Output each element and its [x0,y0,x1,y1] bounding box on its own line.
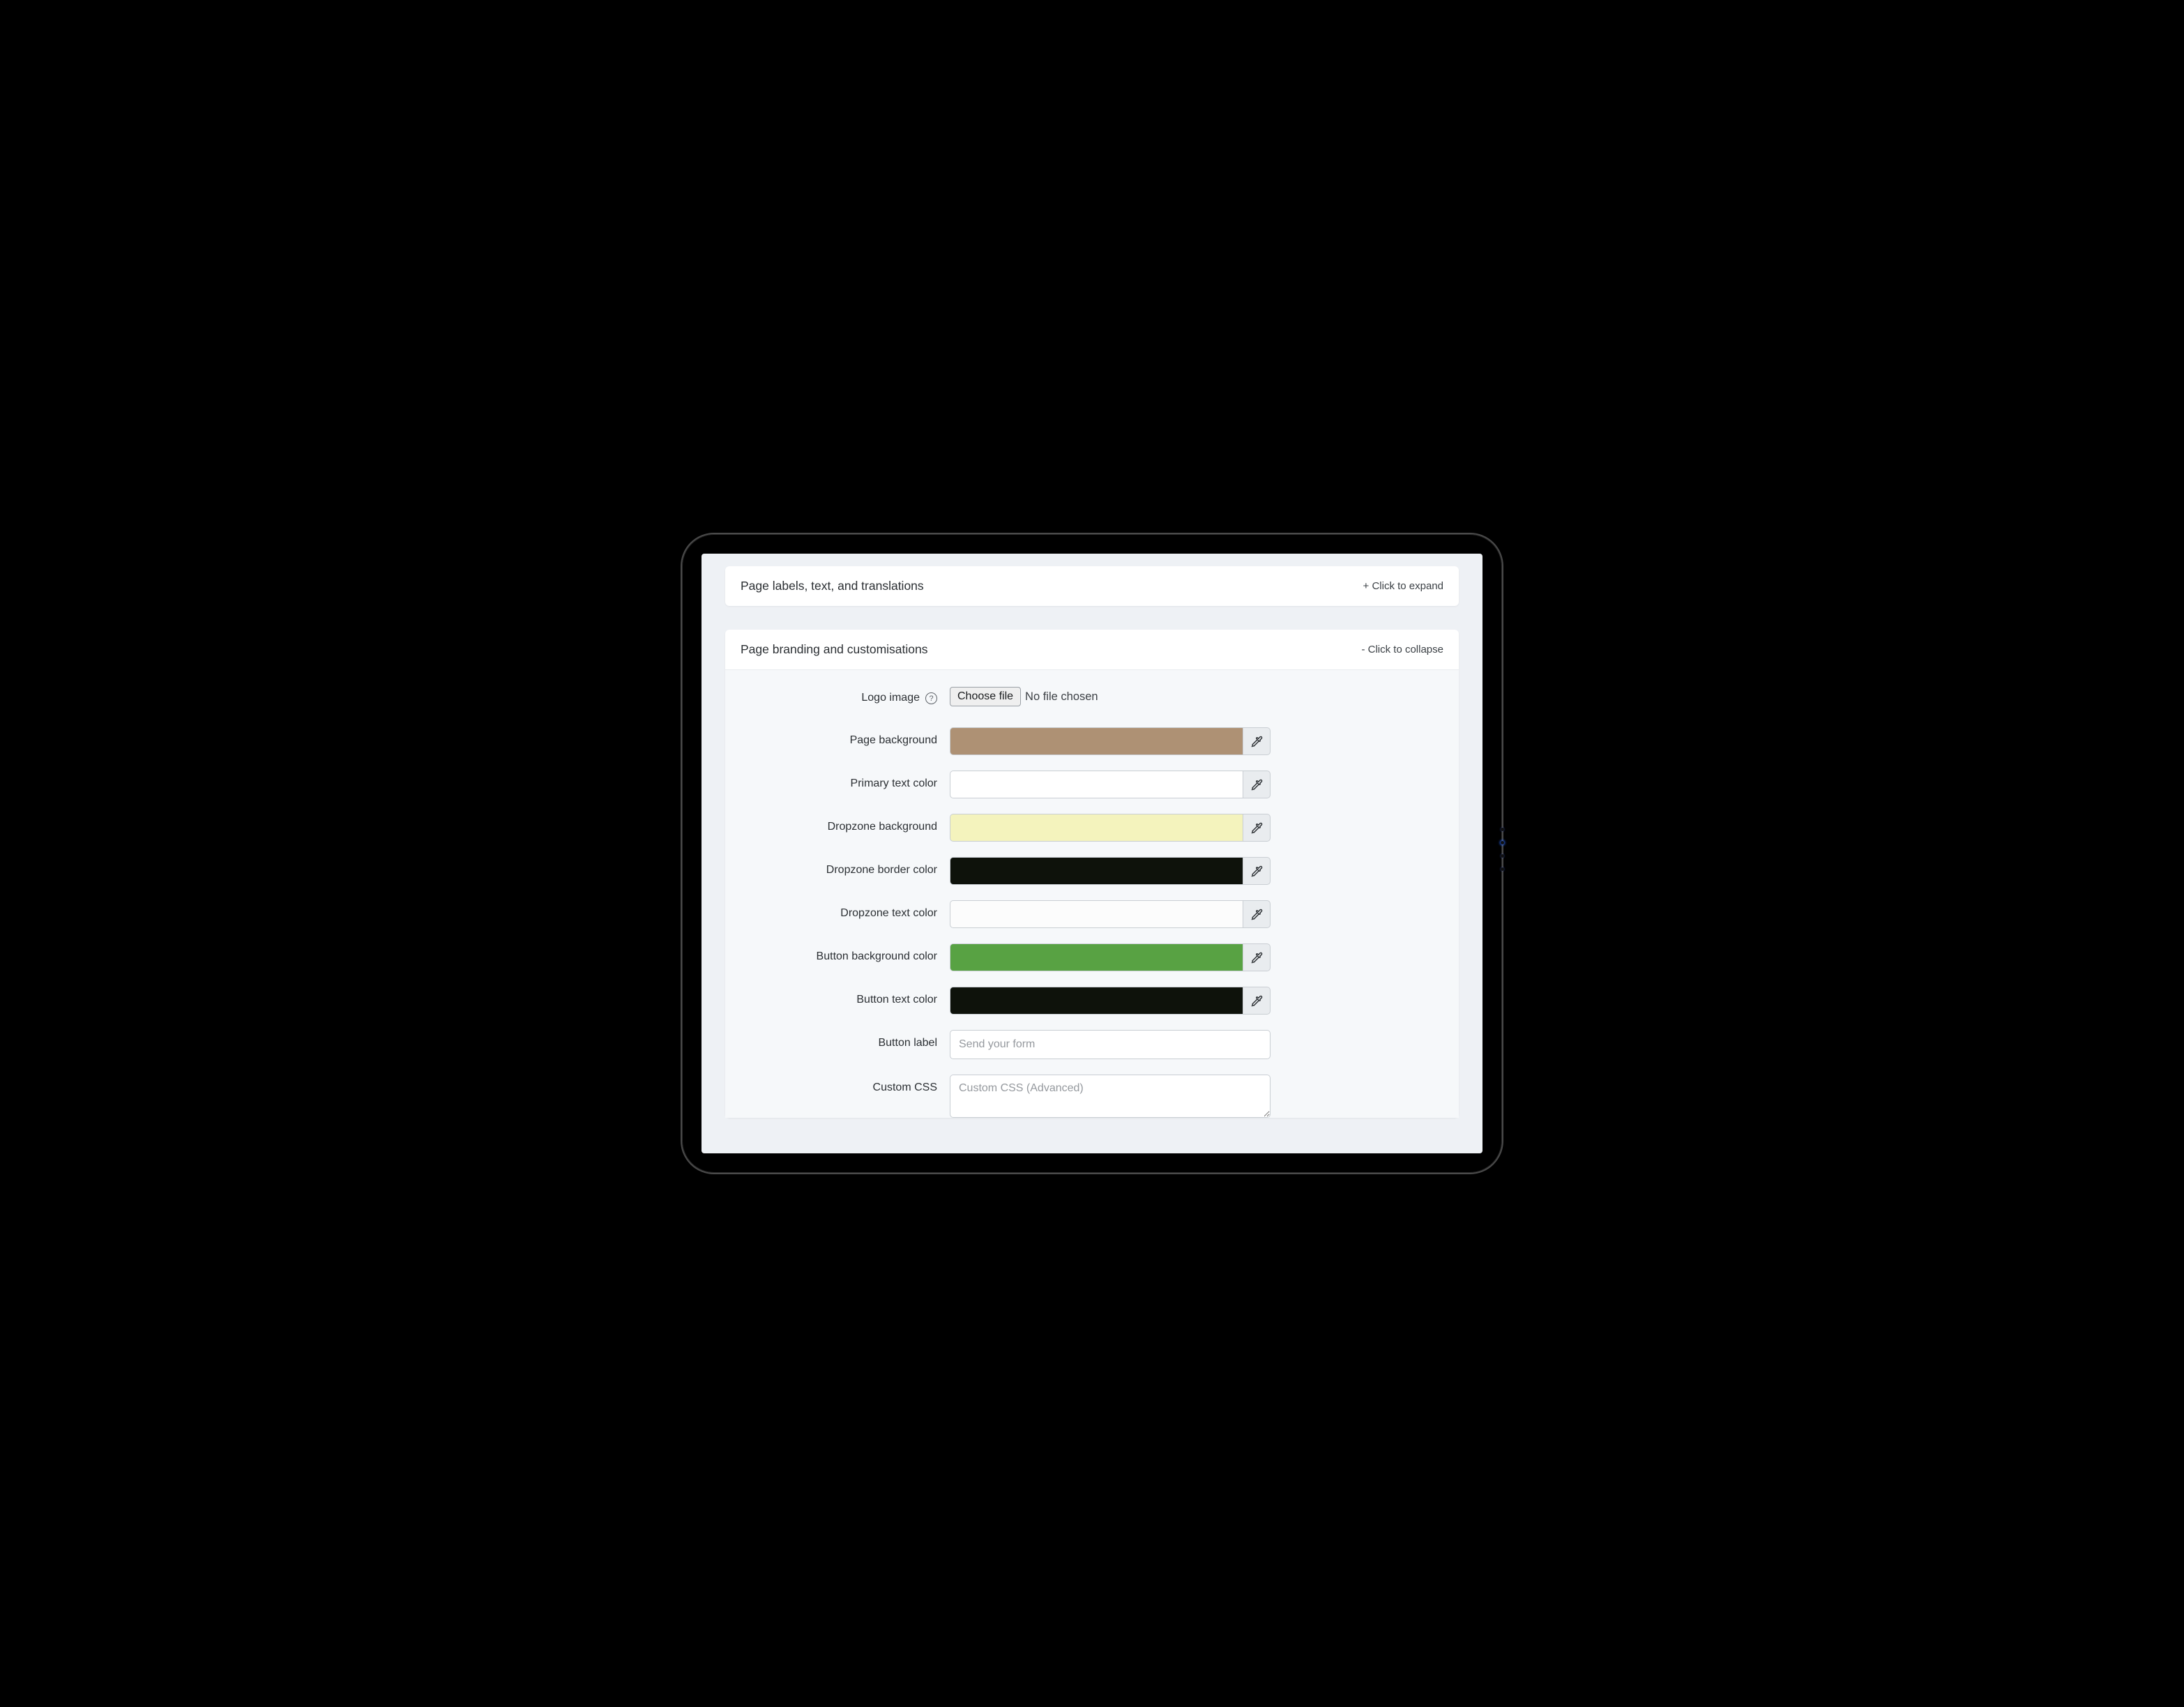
eyedropper-dropzone-border-color[interactable] [1243,857,1271,885]
eyedropper-icon [1251,736,1263,748]
label-logo-image: Logo image ? [741,684,950,704]
eyedropper-primary-text-color[interactable] [1243,771,1271,798]
choose-file-button[interactable]: Choose file [950,687,1021,706]
label-button-label: Button label [741,1030,950,1049]
row-custom-css: Custom CSS [741,1075,1443,1118]
file-status: No file chosen [1025,690,1098,704]
eyedropper-icon [1251,995,1263,1007]
label-button-text-color: Button text color [741,987,950,1006]
label-dropzone-text-color: Dropzone text color [741,900,950,920]
row-dropzone-background: Dropzone background [741,814,1443,842]
eyedropper-icon [1251,952,1263,964]
label-page-background: Page background [741,727,950,747]
panel-page-labels-toggle[interactable]: + Click to expand [1363,580,1443,592]
label-dropzone-background: Dropzone background [741,814,950,833]
row-dropzone-border-color: Dropzone border color [741,857,1443,885]
row-primary-text-color: Primary text color [741,771,1443,798]
panel-branding-header[interactable]: Page branding and customisations - Click… [725,630,1459,669]
swatch-button-text-color[interactable] [950,987,1243,1015]
row-logo-image: Logo image ? Choose file No file chosen [741,684,1443,712]
screen: Page labels, text, and translations + Cl… [702,554,1482,1153]
help-icon[interactable]: ? [925,692,937,704]
label-custom-css: Custom CSS [741,1075,950,1094]
eyedropper-icon [1251,822,1263,834]
eyedropper-icon [1251,779,1263,791]
label-logo-image-text: Logo image [861,692,920,704]
eyedropper-dropzone-text-color[interactable] [1243,900,1271,928]
panel-branding-toggle[interactable]: - Click to collapse [1361,644,1443,655]
tablet-frame: Page labels, text, and translations + Cl… [681,533,1503,1174]
swatch-primary-text-color[interactable] [950,771,1243,798]
eyedropper-dropzone-background[interactable] [1243,814,1271,842]
eyedropper-button-text-color[interactable] [1243,987,1271,1015]
swatch-dropzone-text-color[interactable] [950,900,1243,928]
panel-branding-body: Logo image ? Choose file No file chosen … [725,669,1459,1118]
row-dropzone-text-color: Dropzone text color [741,900,1443,928]
panel-branding: Page branding and customisations - Click… [725,630,1459,1118]
eyedropper-icon [1251,865,1263,877]
panel-page-labels: Page labels, text, and translations + Cl… [725,566,1459,606]
eyedropper-icon [1251,909,1263,920]
eyedropper-page-background[interactable] [1243,727,1271,755]
swatch-dropzone-border-color[interactable] [950,857,1243,885]
row-page-background: Page background [741,727,1443,755]
row-button-label: Button label [741,1030,1443,1059]
panel-branding-title: Page branding and customisations [741,642,928,657]
swatch-dropzone-background[interactable] [950,814,1243,842]
label-dropzone-border-color: Dropzone border color [741,857,950,877]
button-label-input[interactable] [950,1030,1271,1059]
swatch-page-background[interactable] [950,727,1243,755]
label-primary-text-color: Primary text color [741,771,950,790]
swatch-button-background-color[interactable] [950,943,1243,971]
tablet-side-indicator [1501,828,1505,871]
eyedropper-button-background-color[interactable] [1243,943,1271,971]
panel-page-labels-header[interactable]: Page labels, text, and translations + Cl… [725,566,1459,606]
row-button-text-color: Button text color [741,987,1443,1015]
custom-css-textarea[interactable] [950,1075,1271,1118]
label-button-background-color: Button background color [741,943,950,963]
panel-page-labels-title: Page labels, text, and translations [741,579,924,593]
row-button-background-color: Button background color [741,943,1443,971]
